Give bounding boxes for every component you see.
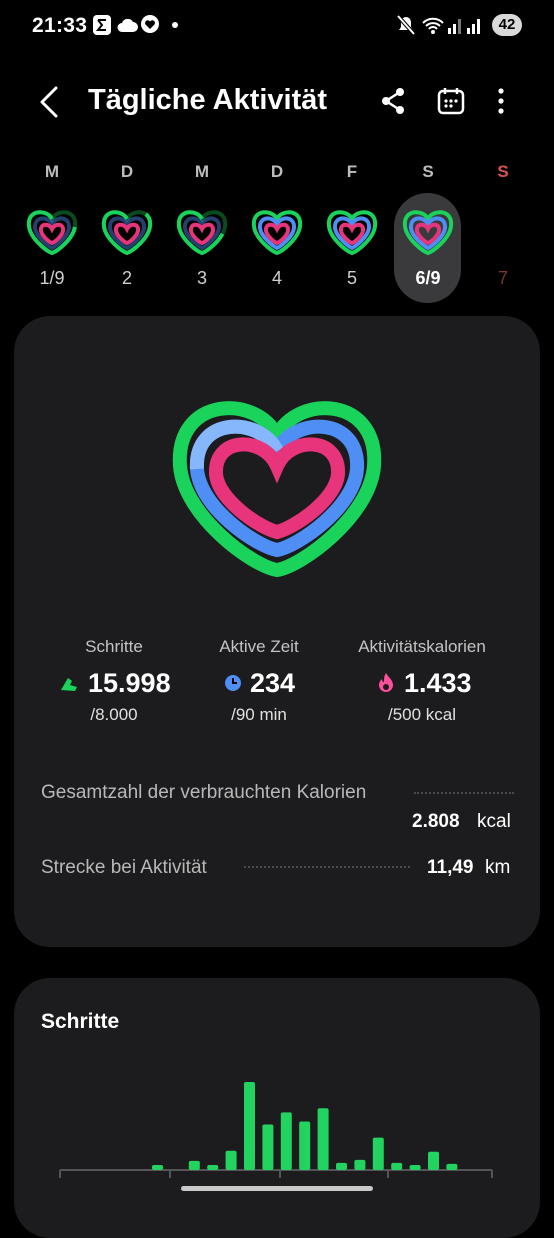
weekday-label: S [497, 162, 509, 181]
signal-icon-1 [448, 19, 461, 34]
steps-bar[interactable] [280, 1112, 292, 1170]
calories-label: Aktivitätskalorien [358, 637, 486, 656]
steps-bar[interactable] [207, 1164, 219, 1170]
dotted-leader [414, 792, 514, 794]
flame-icon [379, 673, 393, 692]
app-notification-icon [93, 15, 111, 35]
active-time-goal: /90 min [231, 705, 287, 724]
steps-bar[interactable] [244, 1082, 255, 1170]
steps-bar[interactable] [225, 1150, 237, 1170]
day-activity-rings[interactable] [25, 208, 79, 256]
day-date[interactable]: 6/9 [398, 268, 458, 289]
total-calories-label: Gesamtzahl der verbrauchten Kalorien [41, 782, 367, 803]
steps-bar[interactable] [391, 1162, 403, 1170]
day-date[interactable]: 3 [172, 268, 232, 289]
day-activity-rings[interactable] [100, 208, 154, 256]
steps-bar[interactable] [336, 1162, 347, 1170]
weekday-label: D [120, 162, 134, 181]
calories-goal: /500 kcal [387, 705, 457, 724]
status-time: 21:33 [32, 14, 88, 37]
day-activity-rings[interactable] [250, 208, 304, 256]
signal-icon-2 [467, 19, 480, 34]
steps-bar-chart [59, 1082, 493, 1178]
heart-notification-icon [141, 15, 159, 33]
battery-level: 42 [492, 14, 522, 36]
distance-unit: km [485, 857, 511, 878]
wifi-icon [422, 17, 444, 34]
steps-bar[interactable] [409, 1164, 421, 1170]
steps-bar[interactable] [354, 1159, 366, 1170]
day-activity-rings[interactable] [401, 208, 455, 256]
distance-label: Strecke bei Aktivität [41, 857, 207, 878]
steps-bar[interactable] [299, 1121, 311, 1170]
total-calories-unit: kcal [477, 811, 511, 832]
clock-icon [225, 675, 241, 691]
steps-bar[interactable] [428, 1151, 439, 1170]
day-date[interactable]: 7 [473, 268, 533, 289]
activity-rings-heart [172, 401, 382, 578]
day-activity-rings[interactable] [175, 208, 229, 256]
weekday-label: M [194, 162, 210, 181]
distance-value: 11,49 [427, 857, 474, 878]
page-title: Tägliche Aktivität [88, 84, 328, 116]
dotted-leader [244, 866, 410, 868]
total-calories-value: 2.808 [412, 811, 460, 832]
status-bar: 21:33 42 [0, 0, 554, 54]
mute-icon [396, 14, 416, 36]
day-date[interactable]: 4 [247, 268, 307, 289]
active-time-value: 234 [250, 668, 296, 698]
more-options-button[interactable] [490, 86, 512, 116]
weekday-label: S [422, 162, 434, 181]
steps-bar[interactable] [188, 1160, 200, 1170]
back-button[interactable] [30, 82, 70, 122]
steps-bar[interactable] [446, 1163, 458, 1170]
steps-value: 15.998 [88, 668, 171, 698]
weekday-label: F [346, 162, 358, 181]
active-time-label: Aktive Zeit [219, 637, 299, 656]
day-activity-rings[interactable] [325, 208, 379, 256]
steps-card-title: Schritte [41, 1010, 120, 1033]
steps-bar[interactable] [317, 1108, 329, 1170]
steps-bar[interactable] [152, 1164, 163, 1170]
more-vertical-icon [498, 88, 504, 114]
calories-value: 1.433 [404, 668, 472, 698]
calendar-button[interactable] [436, 86, 466, 116]
steps-label: Schritte [85, 637, 143, 656]
calendar-icon [437, 88, 465, 115]
home-indicator[interactable] [181, 1186, 373, 1191]
chevron-left-icon [40, 86, 58, 118]
steps-goal: /8.000 [90, 705, 138, 724]
shoe-icon [61, 678, 77, 691]
day-date[interactable]: 5 [322, 268, 382, 289]
share-icon [382, 88, 404, 114]
weekday-label: D [270, 162, 284, 181]
day-date[interactable]: 1/9 [22, 268, 82, 289]
notification-dot [172, 22, 178, 28]
day-date[interactable]: 2 [97, 268, 157, 289]
weekday-label: M [44, 162, 60, 181]
steps-bar[interactable] [262, 1124, 274, 1170]
cloud-icon [117, 18, 138, 32]
share-button[interactable] [378, 86, 408, 116]
steps-bar[interactable] [372, 1137, 384, 1170]
